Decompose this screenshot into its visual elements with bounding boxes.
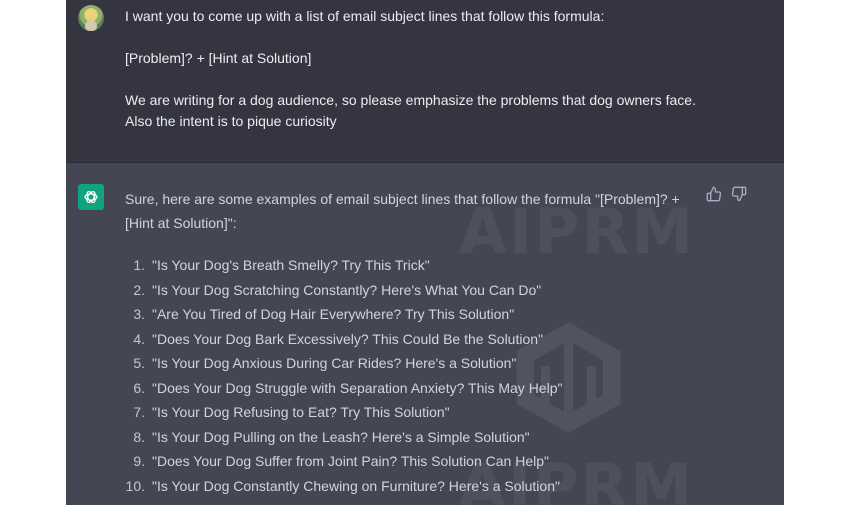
user-message-line-1: I want you to come up with a list of ema… [125, 8, 605, 24]
user-avatar [78, 5, 104, 31]
user-message-line-2: [Problem]? + [Hint at Solution] [125, 50, 312, 66]
list-item-text: "Is Your Dog Pulling on the Leash? Here'… [152, 428, 530, 445]
list-item-text: "Does Your Dog Suffer from Joint Pain? T… [152, 453, 549, 469]
assistant-intro: Sure, here are some examples of email su… [125, 191, 680, 231]
thumbs-down-icon[interactable] [731, 186, 747, 202]
user-message-line-3: We are writing for a dog audience, so pl… [125, 92, 696, 108]
openai-logo-glyph [84, 190, 98, 204]
list-item-text: "Is Your Dog Scratching Constantly? Here… [152, 281, 542, 298]
list-item-number: 7. [133, 404, 145, 420]
list-item: 7. "Is Your Dog Refusing to Eat? Try This… [125, 400, 562, 425]
subject-lines-list: 1. "Is Your Dog's Breath Smelly? Try This… [125, 253, 563, 499]
list-item: 4. "Does Your Dog Bark Excessively? This … [125, 327, 562, 352]
list-item: 1. "Is Your Dog's Breath Smelly? Try This… [125, 253, 562, 278]
list-item-number: 2. [133, 281, 145, 298]
list-item-number: 9. [133, 453, 145, 469]
list-item: 6. "Does Your Dog Struggle with Separatio… [125, 376, 562, 401]
list-item: 3. "Are You Tired of Dog Hair Everywhere?… [125, 302, 562, 327]
list-item-text: "Is Your Dog Constantly Chewing on Furni… [152, 477, 560, 494]
list-item-text: "Does Your Dog Struggle with Separation … [152, 379, 563, 396]
list-item-number: 8. [133, 428, 145, 445]
list-item-text: "Is Your Dog's Breath Smelly? Try This T… [152, 257, 430, 273]
list-item-number: 1. [133, 257, 145, 273]
list-item: 8. "Is Your Dog Pulling on the Leash? Her… [125, 425, 562, 450]
list-item-text: "Is Your Dog Refusing to Eat? Try This S… [152, 404, 450, 420]
list-item-text: "Is Your Dog Anxious During Car Rides? H… [152, 355, 517, 371]
feedback-buttons [706, 186, 747, 202]
list-item-number: 10. [125, 477, 145, 494]
list-item-number: 6. [133, 379, 145, 396]
list-item-text: "Does Your Dog Bark Excessively? This Co… [152, 330, 544, 347]
list-item-text: "Are You Tired of Dog Hair Everywhere? T… [152, 306, 515, 322]
list-item: 10. "Is Your Dog Constantly Chewing on Fu… [125, 474, 562, 499]
list-item-number: 4. [133, 330, 145, 347]
user-message-line-4: Also the intent is to pique curiosity [125, 113, 337, 129]
list-item: 9. "Does Your Dog Suffer from Joint Pain?… [125, 449, 562, 474]
list-item-number: 5. [133, 355, 145, 371]
chat-window: I want you to come up with a list of ema… [66, 0, 784, 505]
list-item: 5. "Is Your Dog Anxious During Car Rides?… [125, 351, 562, 376]
list-item: 2. "Is Your Dog Scratching Constantly? He… [125, 278, 562, 303]
list-item-number: 3. [133, 306, 145, 322]
openai-logo-icon [78, 184, 104, 210]
thumbs-up-icon[interactable] [706, 186, 722, 202]
